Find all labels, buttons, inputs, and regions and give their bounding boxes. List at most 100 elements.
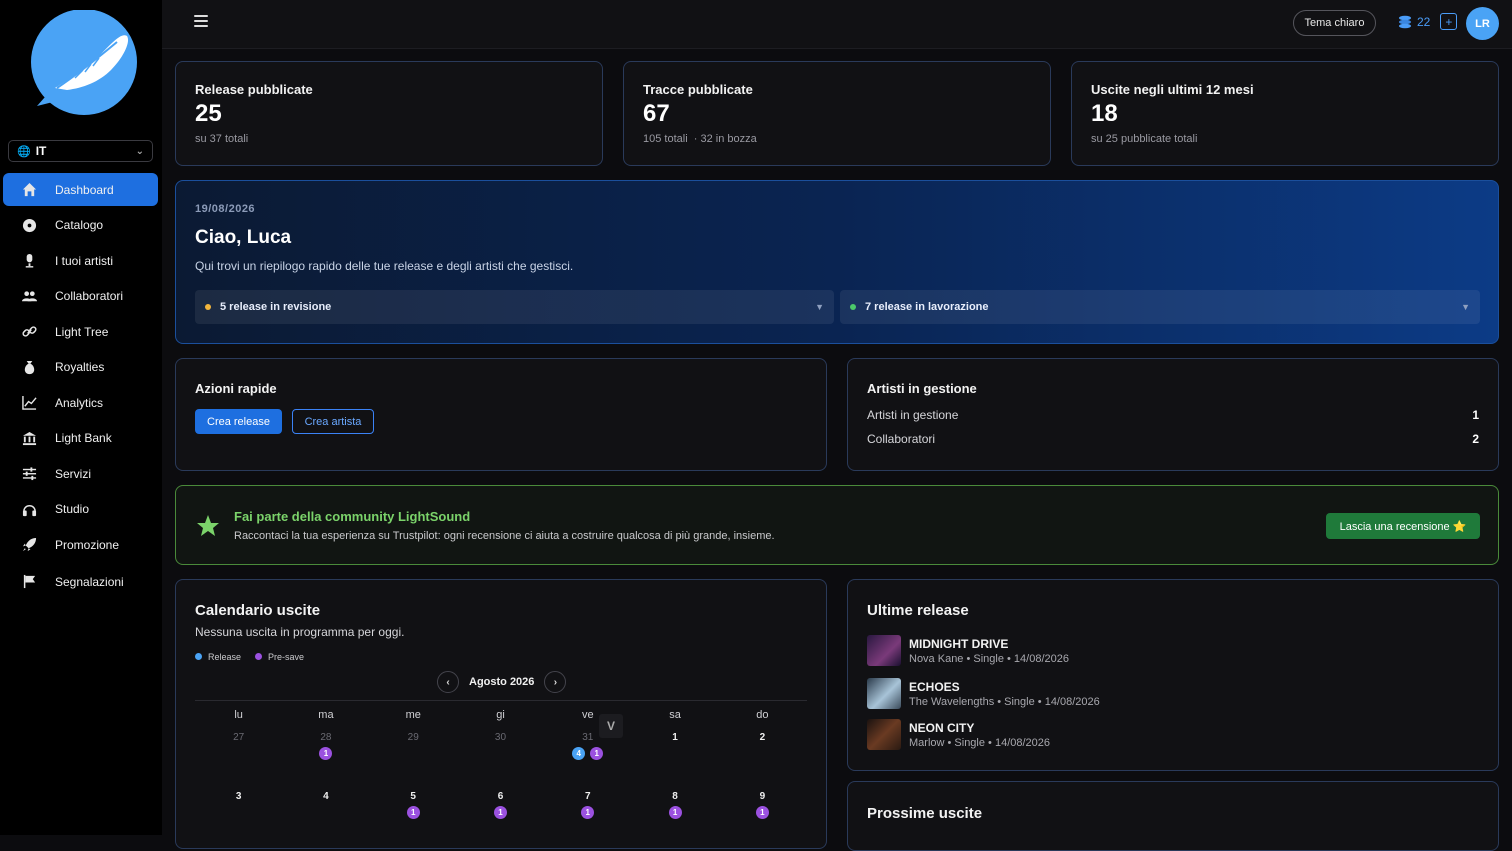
chevron-down-icon[interactable]: V xyxy=(599,714,623,738)
app-logo[interactable] xyxy=(27,10,141,120)
weekday-header: ma xyxy=(318,709,334,721)
sidebar-item-royalties[interactable]: Royalties xyxy=(3,351,158,384)
theme-toggle-button[interactable]: Tema chiaro xyxy=(1293,10,1376,36)
community-description: Raccontaci la tua esperienza su Trustpil… xyxy=(234,530,775,542)
day-number: 8 xyxy=(672,791,678,802)
create-artist-button[interactable]: Crea artista xyxy=(292,409,374,434)
presave-count-badge[interactable]: 1 xyxy=(755,806,769,819)
sidebar-item-collaboratori[interactable]: Collaboratori xyxy=(3,280,158,313)
calendar-day[interactable]: 29 xyxy=(370,728,457,787)
stat-title: Tracce pubblicate xyxy=(643,82,753,97)
artists-row: Artisti in gestione 1 xyxy=(867,408,1479,422)
sidebar-item-servizi[interactable]: Servizi xyxy=(3,457,158,490)
sidebar-item-dashboard[interactable]: Dashboard xyxy=(3,173,158,206)
add-credits-button[interactable]: + xyxy=(1440,13,1458,30)
calendar-day[interactable]: 1 xyxy=(631,728,718,787)
stat-value: 18 xyxy=(1091,100,1118,127)
presave-count-badge[interactable]: 1 xyxy=(493,806,507,819)
calendar-day[interactable]: 91 xyxy=(719,787,806,846)
sliders-icon xyxy=(21,466,37,482)
sidebar-item-light-tree[interactable]: Light Tree xyxy=(3,315,158,348)
sidebar-item-studio[interactable]: Studio xyxy=(3,493,158,526)
release-count-badge[interactable]: 4 xyxy=(572,747,586,760)
release-meta: The Wavelengths • Single • 14/08/2026 xyxy=(909,696,1100,708)
stat-card-last-12-months: Uscite negli ultimi 12 mesi 18 su 25 pub… xyxy=(1071,61,1499,166)
calendar-day[interactable]: 61 xyxy=(457,787,544,846)
presave-count-badge[interactable]: 1 xyxy=(590,747,604,760)
weekday-header: sa xyxy=(669,709,681,721)
presave-count-badge[interactable]: 1 xyxy=(406,806,420,819)
release-item[interactable]: NEON CITY Marlow • Single • 14/08/2026 xyxy=(867,719,1050,750)
headphones-icon xyxy=(21,501,37,517)
welcome-banner: 19/08/2026 Ciao, Luca Qui trovi un riepi… xyxy=(175,180,1499,344)
leave-review-button[interactable]: Lascia una recensione ⭐ xyxy=(1326,513,1480,539)
calendar-day[interactable]: 28 1 xyxy=(282,728,369,787)
sidebar-item-label: Segnalazioni xyxy=(55,574,124,589)
weekday-header: do xyxy=(756,709,769,721)
sidebar-item-label: Analytics xyxy=(55,395,104,410)
latest-releases-card: Ultime release MIDNIGHT DRIVE Nova Kane … xyxy=(847,579,1499,771)
artists-card: Artisti in gestione Artisti in gestione … xyxy=(847,358,1499,471)
row-value: 1 xyxy=(1472,408,1479,422)
next-month-button[interactable]: › xyxy=(544,671,567,693)
calendar-day[interactable]: 2 xyxy=(719,728,806,787)
presave-count-badge[interactable]: 1 xyxy=(581,806,595,819)
home-icon xyxy=(21,182,37,198)
release-title: NEON CITY xyxy=(909,721,975,735)
month-navigation: ‹ Agosto 2026 › xyxy=(437,671,567,693)
day-number: 5 xyxy=(410,791,416,802)
day-number: 29 xyxy=(407,732,419,743)
sidebar-item-segnalazioni[interactable]: Segnalazioni xyxy=(3,565,158,598)
working-label: 7 release in lavorazione xyxy=(865,301,989,313)
release-cover xyxy=(867,678,901,709)
sidebar-item-promozione[interactable]: Promozione xyxy=(3,528,158,561)
community-banner: Fai parte della community LightSound Rac… xyxy=(175,485,1499,565)
stat-card-releases: Release pubblicate 25 su 37 totali xyxy=(175,61,603,166)
presave-count-badge[interactable]: 1 xyxy=(319,747,333,760)
review-dropdown[interactable]: 5 release in revisione ▼ xyxy=(195,290,834,324)
calendar-day[interactable]: 27 xyxy=(195,728,282,787)
chevron-down-icon: ⌄ xyxy=(135,145,144,157)
caret-down-icon: ▼ xyxy=(815,302,824,312)
release-item[interactable]: ECHOES The Wavelengths • Single • 14/08/… xyxy=(867,678,1100,709)
review-label: 5 release in revisione xyxy=(220,301,332,313)
flag-icon xyxy=(21,574,37,590)
stat-sub: 105 totali · 32 in bozza xyxy=(643,133,757,145)
legend-release-label: Release xyxy=(208,652,242,662)
calendar-day[interactable]: 71 xyxy=(544,787,631,846)
greeting: Ciao, Luca xyxy=(195,227,292,248)
latest-title: Ultime release xyxy=(867,602,969,619)
working-dropdown[interactable]: 7 release in lavorazione ▼ xyxy=(840,290,1480,324)
credits-widget[interactable]: 22 + xyxy=(1397,13,1458,30)
prev-month-button[interactable]: ‹ xyxy=(437,671,459,693)
calendar-day[interactable]: 3 xyxy=(195,787,282,846)
create-release-button[interactable]: Crea release xyxy=(195,409,282,434)
presave-count-badge[interactable]: 1 xyxy=(668,806,682,819)
credits-count: 22 xyxy=(1417,14,1431,29)
topbar: Tema chiaro 22 + LR xyxy=(162,0,1512,49)
sidebar: 🌐 IT ⌄ Dashboard Catalogo I tuoi artisti… xyxy=(0,0,162,835)
release-cover xyxy=(867,635,901,666)
sidebar-item-label: Catalogo xyxy=(55,218,104,232)
calendar-day[interactable]: 4 xyxy=(282,787,369,846)
menu-icon[interactable] xyxy=(194,15,208,29)
calendar-day[interactable]: 81 xyxy=(631,787,718,846)
sidebar-item-artisti[interactable]: I tuoi artisti xyxy=(3,244,158,277)
calendar-day[interactable]: 51 xyxy=(370,787,457,846)
day-number: 2 xyxy=(759,732,766,743)
language-select[interactable]: 🌐 IT ⌄ xyxy=(8,140,153,162)
coins-icon xyxy=(1399,15,1411,28)
release-item[interactable]: MIDNIGHT DRIVE Nova Kane • Single • 14/0… xyxy=(867,635,1069,666)
money-bag-icon xyxy=(21,359,37,375)
divider xyxy=(195,700,807,701)
calendar-title: Calendario uscite xyxy=(195,602,321,619)
sidebar-item-catalogo[interactable]: Catalogo xyxy=(3,209,158,242)
sidebar-item-label: Collaboratori xyxy=(55,289,124,303)
sidebar-item-light-bank[interactable]: Light Bank xyxy=(3,422,158,455)
sidebar-item-analytics[interactable]: Analytics xyxy=(3,386,158,419)
avatar[interactable]: LR xyxy=(1466,7,1499,40)
stat-title: Release pubblicate xyxy=(195,82,313,97)
upcoming-title: Prossime uscite xyxy=(867,805,983,822)
stat-sub: su 25 pubblicate totali xyxy=(1091,133,1198,145)
calendar-day[interactable]: 30 xyxy=(457,728,544,787)
